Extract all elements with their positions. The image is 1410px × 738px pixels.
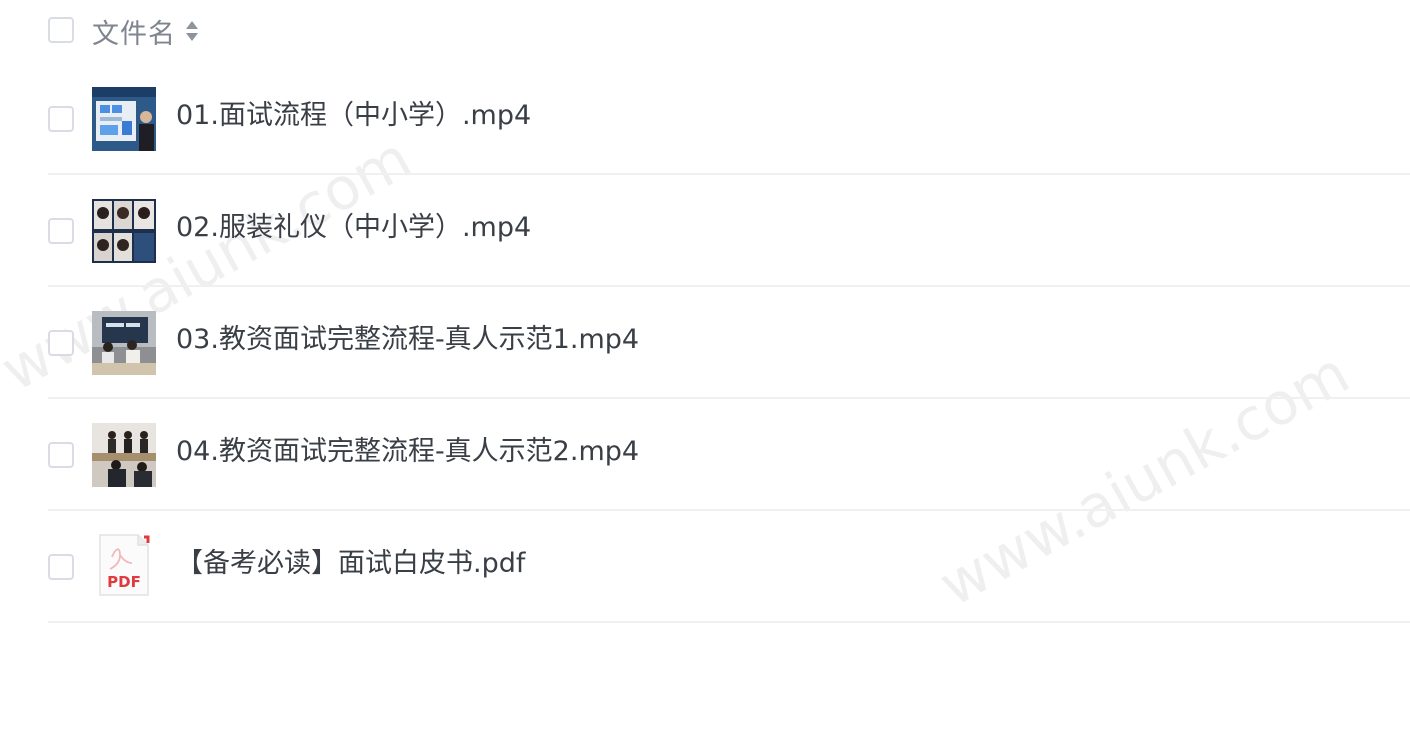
file-name[interactable]: 【备考必读】面试白皮书.pdf [176, 541, 525, 580]
file-checkbox[interactable] [48, 330, 74, 356]
video-thumbnail[interactable] [92, 311, 156, 375]
file-name[interactable]: 01.面试流程（中小学）.mp4 [176, 93, 531, 132]
file-name[interactable]: 03.教资面试完整流程-真人示范1.mp4 [176, 317, 639, 356]
file-row[interactable]: 03.教资面试完整流程-真人示范1.mp4 [48, 287, 1410, 399]
file-row[interactable]: PDF 【备考必读】面试白皮书.pdf [48, 511, 1410, 623]
select-all-checkbox[interactable] [48, 17, 74, 43]
pdf-icon-label: PDF [107, 573, 141, 591]
file-name[interactable]: 04.教资面试完整流程-真人示范2.mp4 [176, 429, 639, 468]
video-thumbnail[interactable] [92, 423, 156, 487]
file-checkbox[interactable] [48, 554, 74, 580]
file-list-header: 文件名 [0, 0, 1410, 62]
pdf-file-icon[interactable]: PDF [98, 533, 150, 597]
filename-column-header[interactable]: 文件名 [92, 12, 176, 51]
file-checkbox[interactable] [48, 442, 74, 468]
sort-icon[interactable] [184, 19, 200, 43]
file-checkbox[interactable] [48, 106, 74, 132]
file-row[interactable]: 02.服装礼仪（中小学）.mp4 [48, 175, 1410, 287]
file-name[interactable]: 02.服装礼仪（中小学）.mp4 [176, 205, 531, 244]
file-row[interactable]: 04.教资面试完整流程-真人示范2.mp4 [48, 399, 1410, 511]
file-row[interactable]: 01.面试流程（中小学）.mp4 [48, 63, 1410, 175]
file-checkbox[interactable] [48, 218, 74, 244]
video-thumbnail[interactable] [92, 87, 156, 151]
video-thumbnail[interactable] [92, 199, 156, 263]
